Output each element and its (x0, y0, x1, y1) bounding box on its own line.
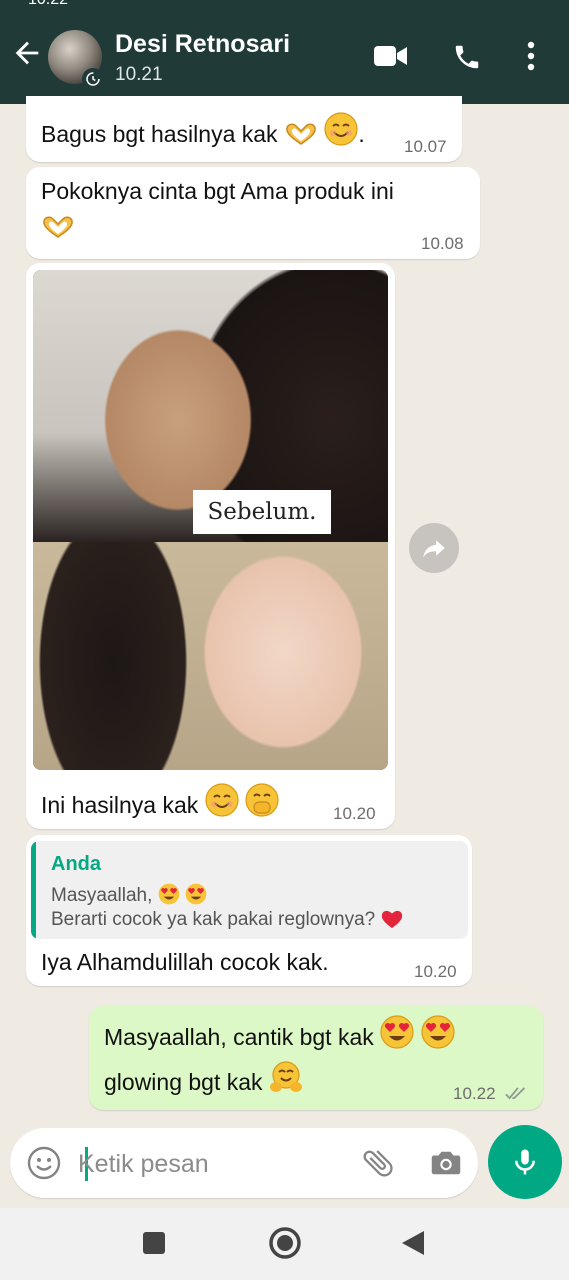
quote-text-line2: Berarti cocok ya kak pakai reglownya? (51, 909, 376, 930)
message-bubble-outgoing[interactable]: Masyaallah, cantik bgt kak glowing bgt k… (89, 1006, 543, 1110)
message-bubble-incoming[interactable]: Bagus bgt hasilnya kak . 10.07 (26, 96, 462, 162)
forward-button[interactable] (409, 523, 459, 573)
camera-icon[interactable] (428, 1145, 464, 1181)
smiling-face-emoji-icon (205, 783, 239, 827)
attach-icon[interactable] (360, 1145, 396, 1181)
heart-hands-emoji-icon (284, 120, 318, 156)
microphone-icon (515, 1149, 535, 1175)
message-time: 10.20 (414, 962, 457, 981)
quote-text-line1: Masyaallah, (51, 885, 153, 906)
message-bubble-incoming[interactable]: Pokoknya cinta bgt Ama produk ini 10.08 (26, 167, 480, 259)
home-icon[interactable] (268, 1226, 302, 1260)
heart-eyes-emoji-icon (380, 1015, 414, 1059)
quote-accent-bar (31, 841, 36, 939)
message-time: 10.07 (404, 137, 447, 156)
red-heart-icon (381, 909, 403, 935)
message-input[interactable] (76, 1128, 350, 1200)
message-time: 10.22 (453, 1084, 496, 1103)
message-text: Ini hasilnya kak (41, 792, 199, 818)
double-check-read-icon (505, 1087, 526, 1100)
photo-after-half (33, 542, 388, 770)
contact-status: 10.21 (115, 64, 163, 85)
message-text-line1: Masyaallah, cantik bgt kak (104, 1024, 374, 1050)
contact-name[interactable]: Desi Retnosari (115, 30, 290, 59)
recents-icon[interactable] (142, 1231, 166, 1255)
voice-call-icon[interactable] (452, 42, 482, 72)
system-navigation-bar (0, 1208, 569, 1280)
hand-over-mouth-emoji-icon (245, 783, 279, 827)
hugging-face-emoji-icon (269, 1060, 303, 1104)
forward-arrow-icon (423, 540, 445, 558)
more-options-icon[interactable] (527, 41, 535, 71)
status-bar: 10.22 (0, 0, 569, 8)
heart-eyes-emoji-icon (420, 1015, 455, 1059)
heart-eyes-emoji-icon (158, 883, 180, 911)
video-call-icon[interactable] (374, 44, 408, 68)
heart-eyes-emoji-icon (185, 883, 207, 911)
quote-author: Anda (51, 853, 101, 875)
disappearing-timer-icon (82, 68, 104, 90)
message-text: Pokoknya cinta bgt Ama produk ini (41, 178, 394, 204)
message-time: 10.08 (421, 234, 464, 253)
chat-header: Desi Retnosari 10.21 (0, 8, 569, 104)
emoji-icon[interactable] (27, 1146, 61, 1180)
voice-message-button[interactable] (488, 1125, 562, 1199)
smiling-face-emoji-icon (324, 112, 358, 156)
heart-hands-emoji-icon (41, 215, 75, 244)
quoted-message[interactable]: Anda Masyaallah, Berarti cocok ya kak pa… (31, 841, 468, 939)
back-arrow-icon[interactable] (10, 36, 44, 70)
back-nav-icon[interactable] (401, 1230, 425, 1256)
message-text: Iya Alhamdulillah cocok kak. (41, 949, 329, 975)
message-composer (10, 1128, 478, 1200)
message-text: Bagus bgt hasilnya kak (41, 121, 278, 147)
message-text-line2: glowing bgt kak (104, 1069, 263, 1095)
image-caption-label: Sebelum. (193, 490, 331, 534)
message-time: 10.20 (333, 804, 376, 823)
